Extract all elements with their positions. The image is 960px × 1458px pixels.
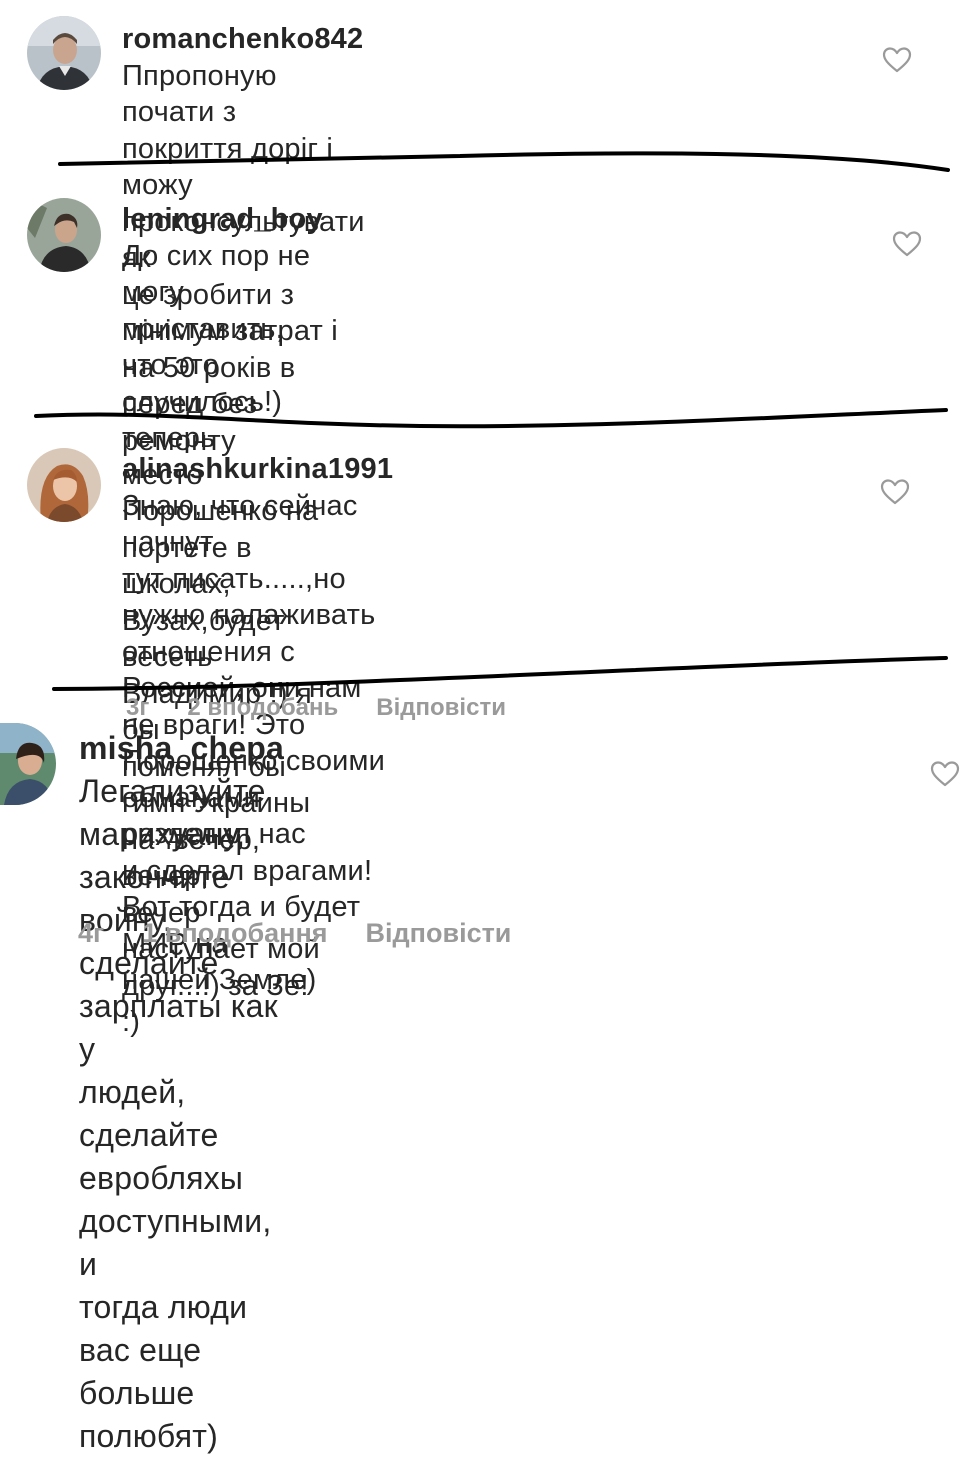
comment-time: 4г — [78, 918, 105, 948]
comment-text: тогда люди вас еще больше полюбят) — [79, 1289, 248, 1454]
comment-text: тут писать.....,но нужно налаживать — [122, 562, 376, 632]
comment-text: приставить, что это случилось!) теперь — [122, 312, 284, 455]
comment-text: Знаю, что сейчас начнут — [122, 489, 358, 559]
avatar[interactable] — [27, 16, 101, 90]
reply-link[interactable]: Відповісти — [376, 694, 506, 721]
heart-outline-icon[interactable] — [880, 478, 910, 506]
comment-username[interactable]: misha_chepa — [79, 730, 284, 766]
comment-meta: 3г 2 вподобань Відповісти — [126, 694, 544, 722]
likes-count-link[interactable]: 2 вподобань — [187, 694, 338, 721]
comment-username[interactable]: alinashkurkina1991 — [122, 453, 393, 485]
heart-outline-icon[interactable] — [882, 46, 912, 74]
comment-text: людей, сделайте евробляхы доступными, и — [79, 1074, 272, 1282]
avatar[interactable] — [27, 198, 101, 272]
comment-text: закончите войну, сделайте зарплаты как у — [79, 859, 278, 1067]
comment-text: Ппропоную почати з — [122, 59, 277, 129]
reply-link[interactable]: Відповісти — [366, 918, 512, 948]
likes-count-link[interactable]: 1 вподобання — [142, 918, 327, 948]
avatar[interactable] — [27, 448, 101, 522]
comment-text: отношения с Россией, они нам не враги! Э… — [122, 635, 362, 741]
heart-outline-icon[interactable] — [892, 230, 922, 258]
comment-meta: 4г 1 вподобання Відповісти — [78, 918, 549, 949]
comment-text: Легализуйте марихуану, — [79, 773, 266, 852]
comment-time: 3г — [126, 694, 150, 721]
comment-username[interactable]: romanchenko842 — [122, 23, 363, 55]
comment-text: До сих пор не могу — [122, 239, 311, 309]
comment-username[interactable]: leningrad_boy — [122, 203, 323, 235]
avatar[interactable] — [0, 723, 56, 805]
heart-outline-icon[interactable] — [930, 760, 960, 788]
